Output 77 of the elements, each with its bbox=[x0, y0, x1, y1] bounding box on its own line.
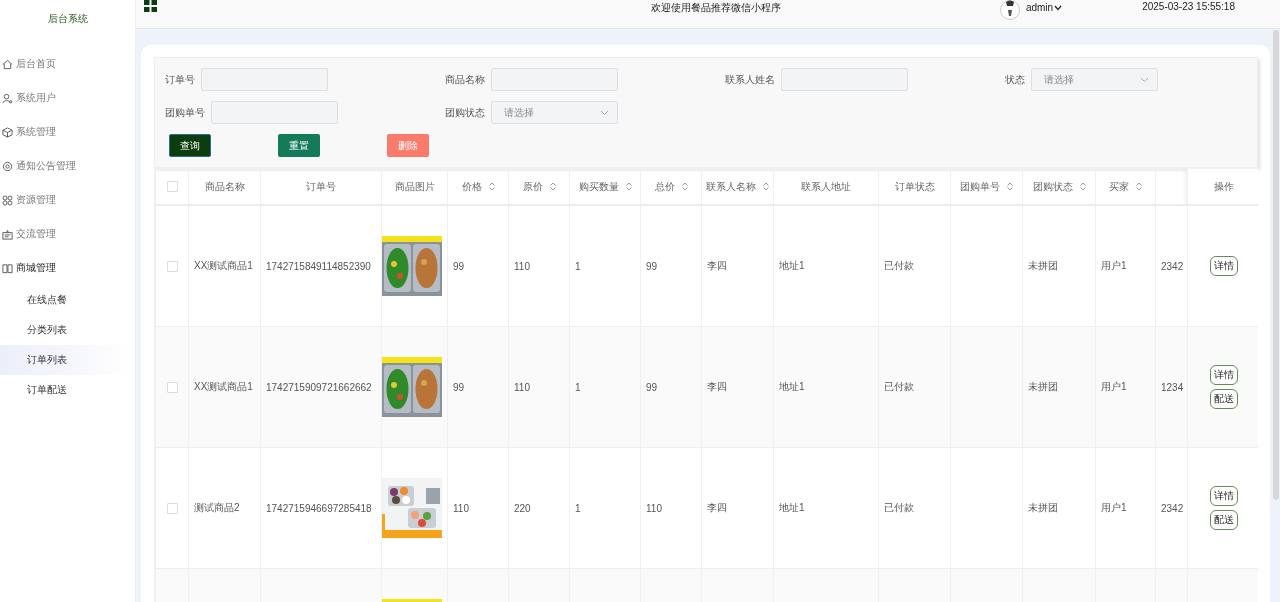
column-header: 联系人地址 bbox=[801, 180, 851, 192]
table-cell: 未拼团 bbox=[1028, 381, 1058, 392]
sidebar-subitem[interactable]: 在线点餐 bbox=[0, 285, 135, 315]
table-cell: 110 bbox=[646, 502, 662, 514]
column-header: 总价 bbox=[654, 180, 675, 192]
table-cell: 李四 bbox=[707, 381, 727, 392]
column-header: 订单状态 bbox=[894, 180, 935, 192]
table-cell: 110 bbox=[514, 260, 530, 272]
sidebar-item[interactable]: 商城管理 bbox=[0, 251, 135, 285]
column-header: 团购单号 bbox=[960, 180, 1000, 192]
column-header: 订单号 bbox=[306, 180, 336, 192]
table-cell: 99 bbox=[646, 381, 658, 393]
reset-button[interactable]: 重置 bbox=[278, 134, 320, 157]
sidebar-subitem[interactable]: 订单配送 bbox=[0, 375, 135, 405]
row-action-button[interactable]: 详情 bbox=[1209, 486, 1238, 506]
filter-label: 团购状态 bbox=[445, 105, 485, 120]
sidebar-item[interactable]: 交流管理 bbox=[0, 217, 135, 251]
filter-label: 订单号 bbox=[165, 72, 195, 87]
column-header: 商品名称 bbox=[204, 180, 245, 192]
table-cell: 用户1 bbox=[1101, 502, 1127, 513]
sidebar-item[interactable]: 系统用户 bbox=[0, 81, 135, 115]
table-cell: 1 bbox=[575, 381, 581, 393]
date-time: 2025-03-23 15:55:18 bbox=[1142, 1, 1235, 12]
row-action-button[interactable]: 配送 bbox=[1209, 389, 1238, 409]
table-cell: 1742715849114852390 bbox=[266, 260, 371, 272]
table-cell: 地址1 bbox=[779, 381, 805, 392]
table-cell: 测试商品2 bbox=[194, 502, 240, 513]
row-action-button[interactable]: 详情 bbox=[1209, 256, 1238, 276]
row-action-button[interactable]: 详情 bbox=[1209, 365, 1238, 385]
page-title: 欢迎使用餐品推荐微信小程序 bbox=[650, 1, 783, 15]
table-cell: 已付款 bbox=[884, 260, 914, 271]
table-cell: 99 bbox=[646, 260, 658, 272]
table-cell: 李四 bbox=[707, 502, 727, 513]
table-cell: 已付款 bbox=[884, 381, 914, 392]
table-cell: 2342 bbox=[1161, 260, 1184, 272]
table-cell: 2342 bbox=[1161, 502, 1184, 514]
table-cell: 用户1 bbox=[1101, 381, 1127, 392]
sidebar-item[interactable]: 后台首页 bbox=[0, 47, 135, 81]
table-cell: 99 bbox=[453, 260, 465, 272]
table-cell: 99 bbox=[453, 381, 465, 393]
column-header: 联系人名称 bbox=[706, 180, 756, 192]
table-cell: XX测试商品1 bbox=[194, 381, 253, 392]
table-cell: 110 bbox=[453, 502, 469, 514]
search-button[interactable]: 查询 bbox=[169, 134, 211, 157]
column-header: 买家 bbox=[1109, 180, 1129, 192]
sidebar-item[interactable]: 系统管理 bbox=[0, 115, 135, 149]
table-cell: 1234 bbox=[1161, 381, 1184, 393]
table-cell: 1 bbox=[575, 260, 581, 272]
table-cell: 1 bbox=[575, 502, 581, 514]
column-header: 购买数量 bbox=[578, 180, 619, 192]
table-cell: 地址1 bbox=[779, 260, 805, 271]
app-title: 后台系统 bbox=[46, 12, 89, 26]
sidebar-item[interactable]: 资源管理 bbox=[0, 183, 135, 217]
filter-label: 商品名称 bbox=[445, 72, 485, 87]
table-cell: 1742715909721662662 bbox=[266, 381, 372, 393]
table-cell: 李四 bbox=[707, 260, 727, 271]
sidebar-item[interactable]: 通知公告管理 bbox=[0, 149, 135, 183]
user-menu[interactable]: admin bbox=[1025, 2, 1063, 13]
filter-label: 团购单号 bbox=[165, 105, 205, 120]
table-cell: 110 bbox=[514, 381, 530, 393]
filter-label: 联系人姓名 bbox=[725, 72, 775, 87]
column-header: 团购状态 bbox=[1032, 180, 1073, 192]
row-action-button[interactable]: 配送 bbox=[1209, 510, 1238, 530]
table-cell: 地址1 bbox=[779, 502, 805, 513]
column-header: 商品图片 bbox=[394, 180, 435, 192]
table-cell: 220 bbox=[514, 502, 531, 514]
table-cell: 未拼团 bbox=[1028, 260, 1058, 271]
sidebar-subitem[interactable]: 分类列表 bbox=[0, 315, 135, 345]
table-cell: XX测试商品1 bbox=[194, 260, 253, 271]
column-header: 价格 bbox=[461, 180, 482, 192]
table-cell: 未拼团 bbox=[1028, 502, 1058, 513]
column-header: 操作 bbox=[1213, 180, 1234, 192]
filter-label: 状态 bbox=[1005, 72, 1025, 87]
table-cell: 1742715946697285418 bbox=[266, 502, 372, 514]
column-header: 原价 bbox=[522, 180, 543, 192]
table-cell: 已付款 bbox=[884, 502, 914, 513]
table-cell: 用户1 bbox=[1101, 260, 1127, 271]
